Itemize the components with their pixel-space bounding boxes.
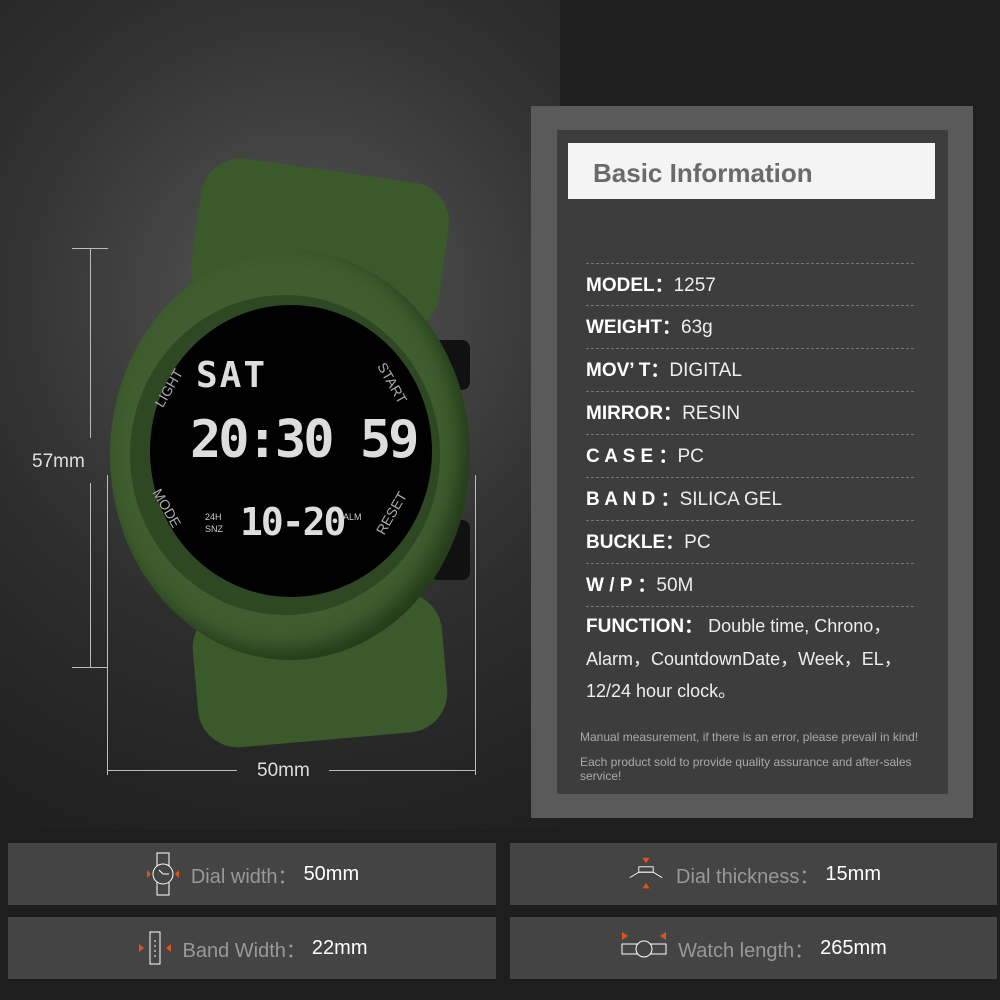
alm-indicator: ALM bbox=[343, 512, 362, 522]
24h-indicator: 24H bbox=[205, 512, 222, 522]
info-row: W / P ：50M bbox=[586, 563, 914, 606]
spec-label: Watch length： bbox=[678, 939, 815, 962]
row-label: MOV’ T： bbox=[586, 360, 670, 381]
function-row: FUNCTION： Double time, Chrono，Alarm，Coun… bbox=[586, 610, 926, 707]
spec-label: Dial thickness： bbox=[676, 865, 820, 888]
row-value: PC bbox=[684, 532, 711, 553]
row-label: WEIGHT： bbox=[586, 317, 681, 338]
note-service: Each product sold to provide quality ass… bbox=[580, 755, 912, 783]
spec-value: 50mm bbox=[303, 862, 360, 885]
spec-dial-width: Dial width： 50mm bbox=[8, 843, 496, 905]
row-value: DIGITAL bbox=[669, 360, 742, 381]
row-label: MIRROR： bbox=[586, 403, 683, 424]
watch-length-icon bbox=[621, 932, 667, 958]
info-row: B A N D ：SILICA GEL bbox=[586, 477, 914, 520]
dial-width-icon bbox=[146, 852, 179, 896]
spec-value: 265mm bbox=[820, 936, 887, 959]
info-panel: Basic Information MODEL：1257 WEIGHT：63g … bbox=[531, 106, 973, 818]
note-measurement: Manual measurement, if there is an error… bbox=[580, 730, 919, 744]
info-row: MODEL：1257 bbox=[586, 263, 914, 306]
spec-value: 15mm bbox=[825, 862, 881, 885]
info-panel-inner: Basic Information MODEL：1257 WEIGHT：63g … bbox=[557, 130, 948, 794]
row-value: RESIN bbox=[682, 403, 741, 424]
snz-indicator: SNZ bbox=[205, 524, 223, 534]
row-label: B A N D ： bbox=[586, 489, 680, 510]
row-value: 1257 bbox=[673, 275, 716, 296]
dial-thickness-icon bbox=[629, 857, 663, 889]
info-row: C A S E ：PC bbox=[586, 434, 914, 477]
row-value: SILICA GEL bbox=[679, 489, 783, 510]
row-label: C A S E ： bbox=[586, 446, 678, 467]
row-value: 50M bbox=[656, 575, 694, 596]
spec-value: 22mm bbox=[311, 936, 368, 959]
spec-band-width: Band Width： 22mm bbox=[8, 917, 496, 979]
day-display: SAT bbox=[196, 355, 268, 396]
width-label: 50mm bbox=[257, 760, 310, 781]
function-label: FUNCTION： bbox=[586, 616, 704, 637]
info-row: BUCKLE：PC bbox=[586, 520, 914, 563]
spec-dial-thickness: Dial thickness： 15mm bbox=[510, 843, 997, 905]
info-title: Basic Information bbox=[568, 143, 935, 199]
row-label: MODEL： bbox=[586, 275, 674, 296]
info-row: MIRROR：RESIN bbox=[586, 391, 914, 434]
date-display: 10-20 bbox=[240, 500, 346, 544]
spec-label: Band Width： bbox=[182, 939, 306, 962]
row-value: 63g bbox=[681, 317, 713, 338]
info-row: MOV’ T：DIGITAL bbox=[586, 348, 914, 391]
time-display: 20:30 59 bbox=[190, 410, 419, 470]
info-row: WEIGHT：63g bbox=[586, 305, 914, 348]
band-width-icon bbox=[138, 931, 171, 965]
height-label: 57mm bbox=[32, 451, 85, 472]
spec-watch-length: Watch length： 265mm bbox=[510, 917, 997, 979]
row-label: W / P ： bbox=[586, 575, 657, 596]
row-label: BUCKLE： bbox=[586, 532, 685, 553]
row-value: PC bbox=[677, 446, 704, 467]
spec-label: Dial width： bbox=[190, 865, 298, 888]
